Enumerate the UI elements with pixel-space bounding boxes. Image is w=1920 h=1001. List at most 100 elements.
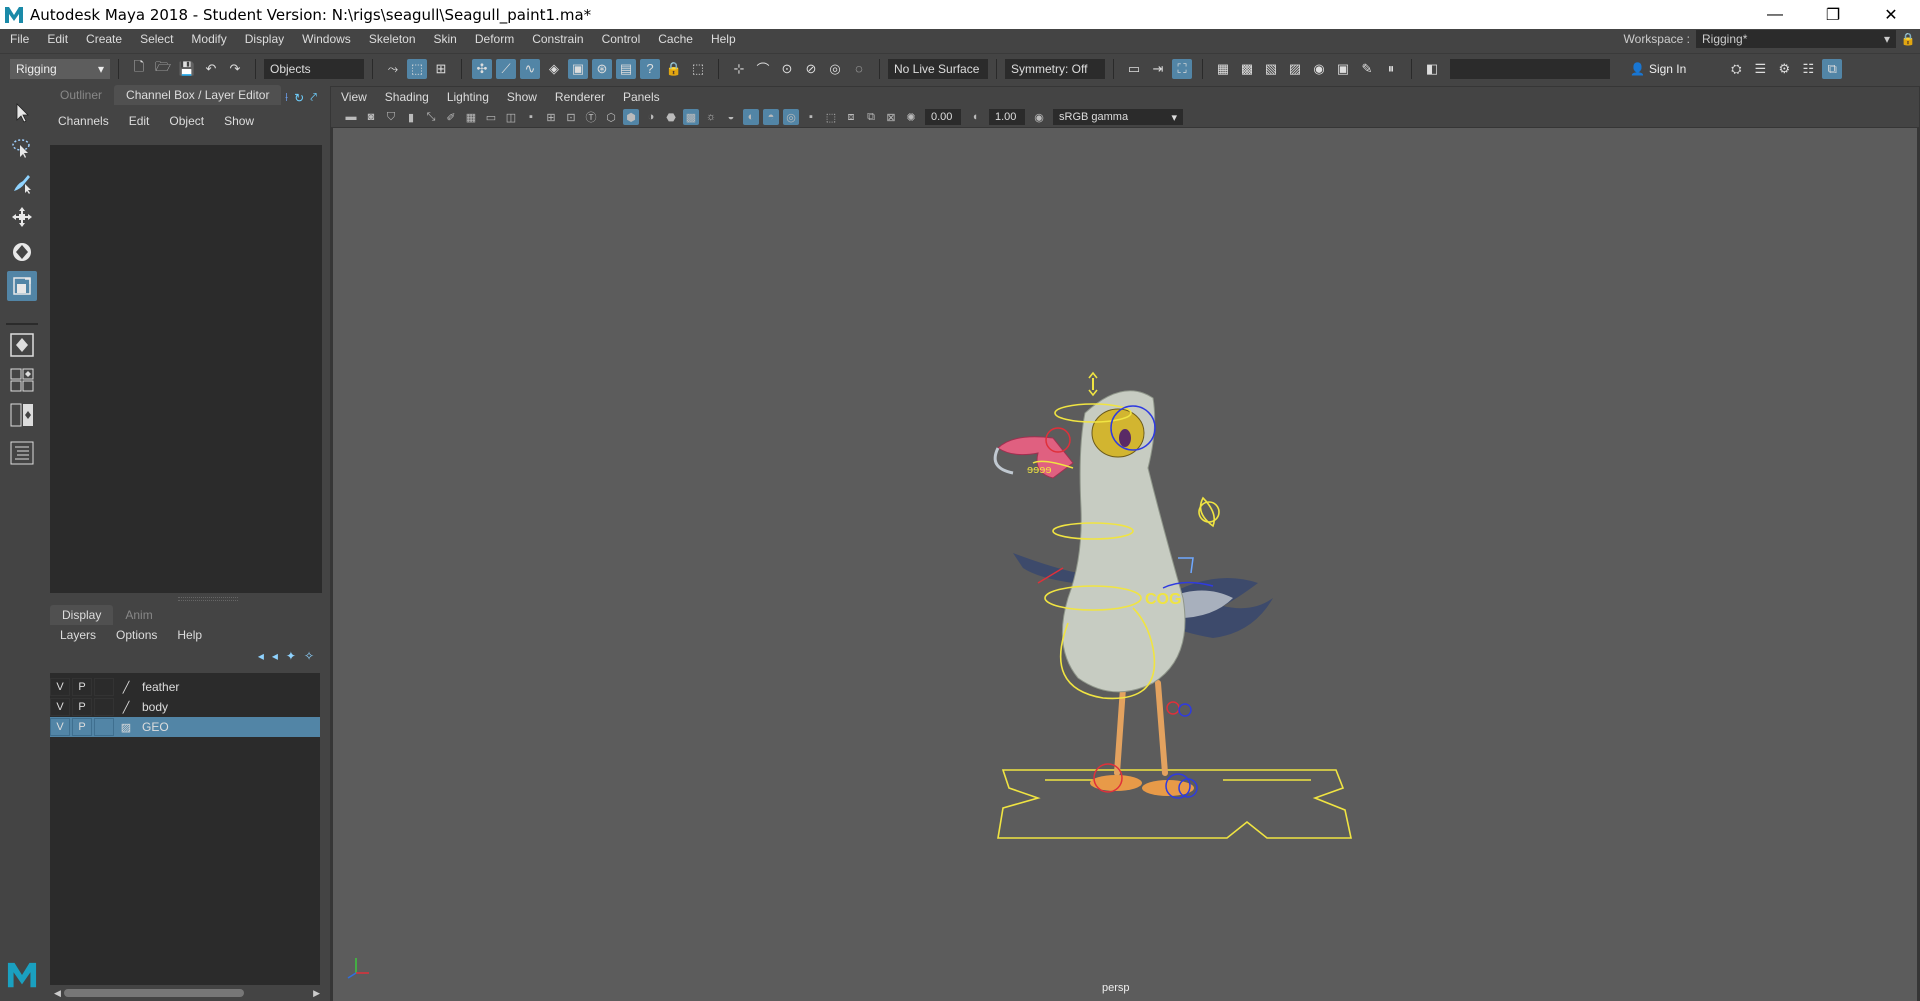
snap-pivot-icon[interactable]: ◌ [849, 59, 869, 79]
single-perspective-layout-icon[interactable] [7, 330, 37, 360]
grease-pencil-icon[interactable]: ✐ [443, 109, 459, 125]
tab-display-layers[interactable]: Display [50, 605, 114, 625]
scroll-right-icon[interactable]: ▶ [313, 988, 320, 999]
shadows-icon[interactable]: ◒ [723, 109, 739, 125]
new-scene-icon[interactable]: 🗋 [129, 59, 149, 79]
safe-action-icon[interactable]: ⊡ [563, 109, 579, 125]
layer-playback-toggle[interactable]: P [72, 678, 92, 696]
highlight-selection-icon[interactable]: ⬚ [688, 59, 708, 79]
scrollbar-thumb[interactable] [64, 989, 244, 997]
menu-edit[interactable]: Edit [37, 32, 76, 46]
pin-icon[interactable]: ⤤ [310, 90, 317, 105]
surface-mask-icon[interactable]: ◈ [544, 59, 564, 79]
menu-shading[interactable]: Shading [385, 90, 429, 104]
live-surface-field[interactable]: No Live Surface [888, 58, 988, 79]
paint-select-tool-icon[interactable] [7, 168, 37, 198]
select-hierarchy-icon[interactable]: ⤳ [383, 59, 403, 79]
textured-icon[interactable]: ▩ [683, 109, 699, 125]
render-mask-icon[interactable]: ▤ [616, 58, 636, 79]
field-chart-icon[interactable]: ⊞ [543, 109, 559, 125]
move-layer-down-icon[interactable]: ◂ [272, 649, 278, 663]
menu-channel-edit[interactable]: Edit [129, 114, 150, 128]
ipr-render-icon[interactable]: ▧ [1261, 59, 1281, 79]
layer-visibility-toggle[interactable]: V [50, 698, 70, 716]
menu-object[interactable]: Object [169, 114, 204, 128]
menu-cache[interactable]: Cache [648, 32, 701, 46]
open-scene-icon[interactable]: 🗁 [153, 59, 173, 79]
menu-deform[interactable]: Deform [465, 32, 522, 46]
construction-history-icon[interactable]: ▭ [1124, 59, 1144, 79]
layer-color-swatch[interactable]: ▨ [116, 718, 136, 736]
restore-button[interactable]: ❐ [1804, 0, 1862, 29]
render-setup-icon[interactable]: ▣ [1333, 59, 1353, 79]
tab-outliner[interactable]: Outliner [48, 85, 114, 105]
resolution-gate-icon[interactable]: ◫ [503, 109, 519, 125]
bookmarks-icon[interactable]: ⛉ [383, 109, 399, 125]
undo-icon[interactable]: ↶ [201, 59, 221, 79]
xray-icon[interactable]: ⧈ [843, 109, 859, 125]
color-management-icon[interactable]: ◉ [1031, 109, 1047, 125]
default-material-icon[interactable]: ◑ [643, 109, 659, 125]
new-layer-icon[interactable]: ✦ [286, 649, 296, 663]
menu-select[interactable]: Select [130, 32, 181, 46]
snap-grid-icon[interactable]: ⊹ [729, 59, 749, 79]
two-view-layout-icon[interactable] [7, 400, 37, 430]
camera-select-icon[interactable]: ▬ [343, 109, 359, 125]
layer-type-toggle[interactable] [94, 678, 114, 696]
camera-attributes-icon[interactable]: ◙ [363, 109, 379, 125]
select-object-icon[interactable]: ⬚ [407, 58, 427, 79]
layer-editor-icon[interactable]: ⧉ [1822, 58, 1843, 79]
image-plane-icon[interactable]: ▮ [403, 109, 419, 125]
render-settings-icon[interactable]: ▨ [1285, 59, 1305, 79]
layer-visibility-toggle[interactable]: V [50, 678, 70, 696]
menu-file[interactable]: File [0, 32, 37, 46]
menu-lighting[interactable]: Lighting [447, 90, 489, 104]
render-view-icon[interactable]: ▦ [1213, 59, 1233, 79]
menu-skin[interactable]: Skin [424, 32, 465, 46]
menu-create[interactable]: Create [76, 32, 130, 46]
layer-name[interactable]: feather [142, 680, 179, 694]
modeling-toolkit-icon[interactable]: ⛭ [1726, 59, 1746, 79]
safe-title-icon[interactable]: Ⓣ [583, 109, 599, 125]
new-layer-selected-icon[interactable]: ✧ [304, 649, 314, 663]
channel-list[interactable] [50, 145, 322, 593]
sidebar-toggle-icon[interactable]: ◧ [1422, 59, 1442, 79]
pick-mask-icon[interactable]: ✣ [472, 58, 492, 79]
menu-help[interactable]: Help [701, 32, 744, 46]
use-all-lights-icon[interactable]: ☼ [703, 109, 719, 125]
snap-surface-icon[interactable]: ◎ [825, 59, 845, 79]
panel-resize-handle[interactable] [178, 597, 238, 601]
layer-color-swatch[interactable]: ╱ [116, 698, 136, 716]
tool-settings-icon[interactable]: ⚙ [1774, 59, 1794, 79]
gamma-field[interactable]: 1.00 [989, 109, 1025, 125]
lasso-tool-icon[interactable] [7, 133, 37, 163]
save-scene-icon[interactable]: 💾 [177, 59, 197, 79]
perspective-viewport[interactable]: ɘɘɘɘ COG persp [333, 128, 1917, 1001]
layer-playback-toggle[interactable]: P [72, 718, 92, 736]
motion-blur-icon[interactable]: ◓ [763, 109, 779, 125]
snap-view-plane-icon[interactable]: ⊘ [801, 59, 821, 79]
workspace-dropdown[interactable]: Rigging* ▾ [1696, 30, 1896, 48]
light-editor-icon[interactable]: ✎ [1357, 59, 1377, 79]
show-manipulator-icon[interactable]: ⛶ [1172, 58, 1192, 79]
close-button[interactable]: ✕ [1862, 0, 1920, 29]
color-space-dropdown[interactable]: sRGB gamma ▾ [1053, 109, 1183, 125]
smooth-shade-icon[interactable]: ⬢ [623, 109, 639, 125]
wireframe-icon[interactable]: ⬡ [603, 109, 619, 125]
selection-mode-dropdown[interactable]: Objects [264, 58, 364, 79]
screen-space-ao-icon[interactable]: ◐ [743, 109, 759, 125]
select-tool-icon[interactable] [7, 98, 37, 128]
layer-visibility-toggle[interactable]: V [50, 718, 70, 736]
scale-tool-icon[interactable] [7, 271, 37, 301]
refresh-icon[interactable]: ↻ [294, 91, 304, 105]
layer-color-swatch[interactable]: ╱ [116, 678, 136, 696]
layer-row[interactable]: V P ╱ body [50, 697, 320, 717]
menu-layer-help[interactable]: Help [177, 628, 202, 642]
render-frame-icon[interactable]: ▩ [1237, 59, 1257, 79]
lock-selection-icon[interactable]: 🔒 [664, 59, 684, 79]
wireframe-on-shaded-icon[interactable]: ⬣ [663, 109, 679, 125]
layer-name[interactable]: GEO [142, 720, 169, 734]
joint-mask-icon[interactable]: ⟋ [496, 58, 516, 79]
layer-row[interactable]: V P ╱ feather [50, 677, 320, 697]
menu-renderer[interactable]: Renderer [555, 90, 605, 104]
